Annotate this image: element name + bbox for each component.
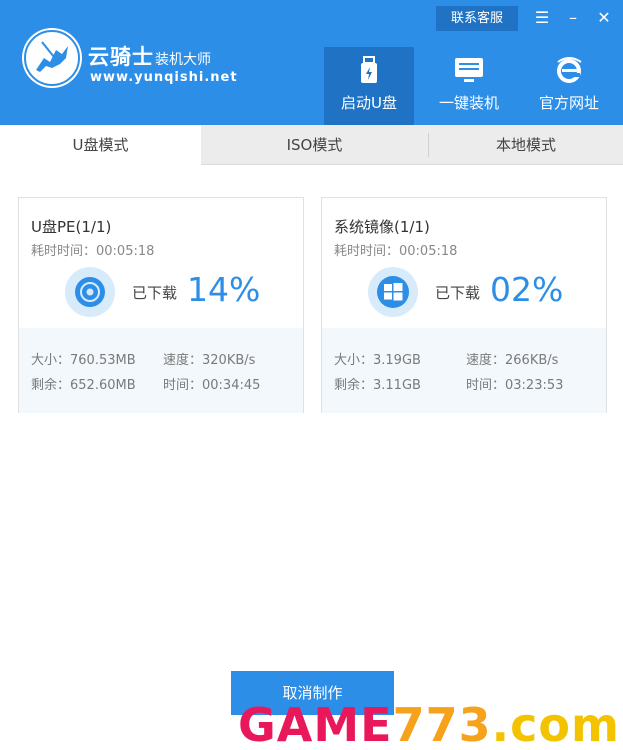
brand-title: 云骑士 bbox=[88, 45, 154, 69]
nav-official-site[interactable]: 官方网址 bbox=[524, 47, 614, 125]
nav-one-click-install[interactable]: 一键装机 bbox=[424, 47, 514, 125]
download-percent: 14% bbox=[187, 270, 261, 309]
disc-icon bbox=[65, 267, 115, 317]
watermark-part: GAME bbox=[238, 698, 393, 750]
speed-value: 速度：320KB/s bbox=[163, 353, 256, 368]
brand-name: 云骑士装机大师 bbox=[88, 41, 211, 71]
download-card-system-image: 系统镜像(1/1) 耗时时间：00:05:18 已下载 02% 大小：3.19G… bbox=[321, 197, 607, 413]
usb-drive-icon bbox=[324, 55, 414, 85]
download-title: 系统镜像(1/1) bbox=[334, 218, 430, 236]
tab-usb-mode[interactable]: U盘模式 bbox=[0, 125, 201, 166]
elapsed-time: 耗时时间：00:05:18 bbox=[334, 244, 458, 259]
mode-tabs: U盘模式 ISO模式 本地模式 bbox=[0, 125, 623, 166]
time-value: 时间：00:34:45 bbox=[163, 378, 261, 393]
title-bar: 云骑士装机大师 www.yunqishi.net 联系客服 ☰ – ✕ 启动U盘… bbox=[0, 0, 623, 125]
watermark-logo: GAME773.com bbox=[238, 700, 620, 750]
knight-logo-icon bbox=[22, 28, 82, 88]
nav-label: 官方网址 bbox=[538, 94, 599, 112]
ie-browser-icon bbox=[524, 55, 614, 85]
minimize-icon[interactable]: – bbox=[562, 7, 584, 29]
size-value: 大小：760.53MB bbox=[31, 353, 136, 368]
menu-icon[interactable]: ☰ bbox=[531, 7, 553, 29]
tab-local-mode[interactable]: 本地模式 bbox=[429, 125, 623, 165]
remaining-value: 剩余：3.11GB bbox=[334, 378, 421, 393]
windows-icon bbox=[368, 267, 418, 317]
brand-subtitle: 装机大师 bbox=[155, 52, 211, 68]
remaining-value: 剩余：652.60MB bbox=[31, 378, 136, 393]
download-status: 已下载 bbox=[132, 284, 178, 302]
nav-label: 启动U盘 bbox=[341, 94, 397, 112]
close-icon[interactable]: ✕ bbox=[593, 7, 615, 29]
download-percent: 02% bbox=[490, 270, 564, 309]
size-value: 大小：3.19GB bbox=[334, 353, 421, 368]
brand-url: www.yunqishi.net bbox=[90, 70, 238, 85]
monitor-icon bbox=[424, 55, 514, 85]
watermark-part: 773 bbox=[392, 698, 492, 750]
nav-label: 一键装机 bbox=[438, 94, 499, 112]
download-card-upe: U盘PE(1/1) 耗时时间：00:05:18 已下载 14% 大小：760.5… bbox=[18, 197, 304, 413]
watermark-part: .com bbox=[491, 698, 620, 750]
speed-value: 速度：266KB/s bbox=[466, 353, 559, 368]
download-title: U盘PE(1/1) bbox=[31, 218, 112, 236]
tab-iso-mode[interactable]: ISO模式 bbox=[201, 125, 428, 165]
download-stats: 大小：760.53MB 速度：320KB/s 剩余：652.60MB 时间：00… bbox=[19, 328, 303, 413]
contact-support-button[interactable]: 联系客服 bbox=[436, 6, 518, 31]
elapsed-time: 耗时时间：00:05:18 bbox=[31, 244, 155, 259]
nav-usb-boot[interactable]: 启动U盘 bbox=[324, 47, 414, 125]
download-status: 已下载 bbox=[435, 284, 481, 302]
download-stats: 大小：3.19GB 速度：266KB/s 剩余：3.11GB 时间：03:23:… bbox=[322, 328, 606, 413]
time-value: 时间：03:23:53 bbox=[466, 378, 564, 393]
